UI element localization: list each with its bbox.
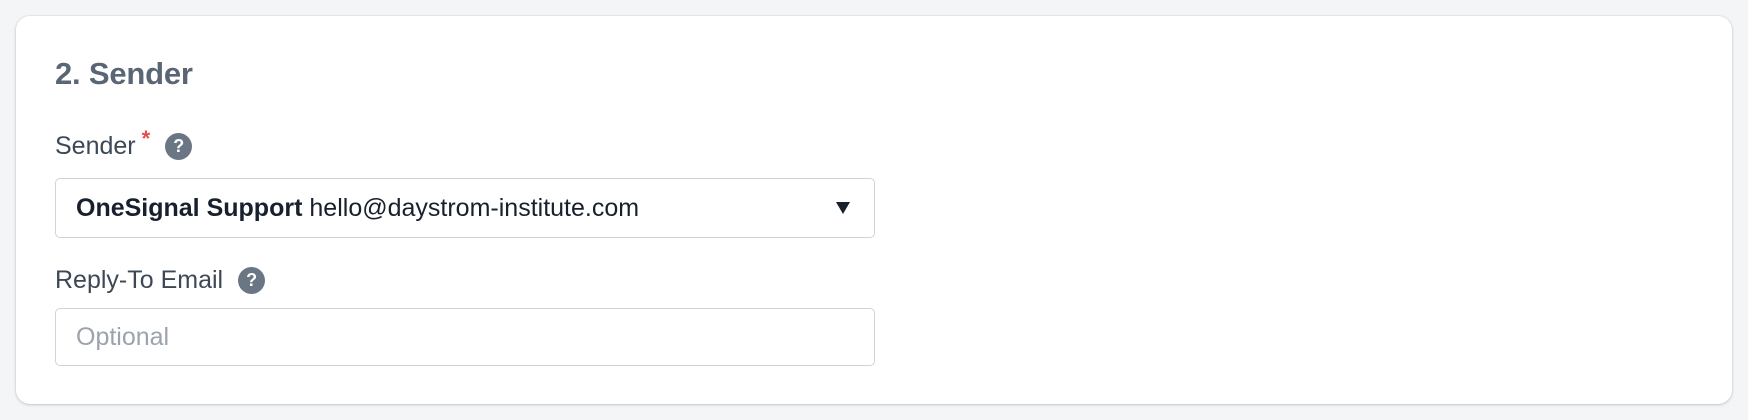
sender-section-card: 2. Sender Sender * ? OneSignal Support h…: [16, 16, 1732, 404]
reply-to-label-row: Reply-To Email ?: [55, 266, 266, 295]
sender-selected-email: hello@daystrom-institute.com: [309, 193, 640, 222]
required-asterisk: *: [141, 125, 151, 151]
reply-to-email-input[interactable]: [55, 308, 875, 366]
reply-to-label: Reply-To Email: [55, 266, 224, 294]
caret-down-icon: [836, 202, 850, 214]
sender-select[interactable]: OneSignal Support hello@daystrom-institu…: [55, 178, 875, 238]
sender-help-icon[interactable]: ?: [165, 133, 193, 160]
reply-to-help-icon[interactable]: ?: [238, 267, 266, 294]
sender-label-row: Sender * ?: [55, 126, 193, 161]
sender-label: Sender: [55, 132, 136, 160]
sender-selected-name: OneSignal Support: [76, 193, 303, 222]
section-title: 2. Sender: [55, 56, 193, 91]
